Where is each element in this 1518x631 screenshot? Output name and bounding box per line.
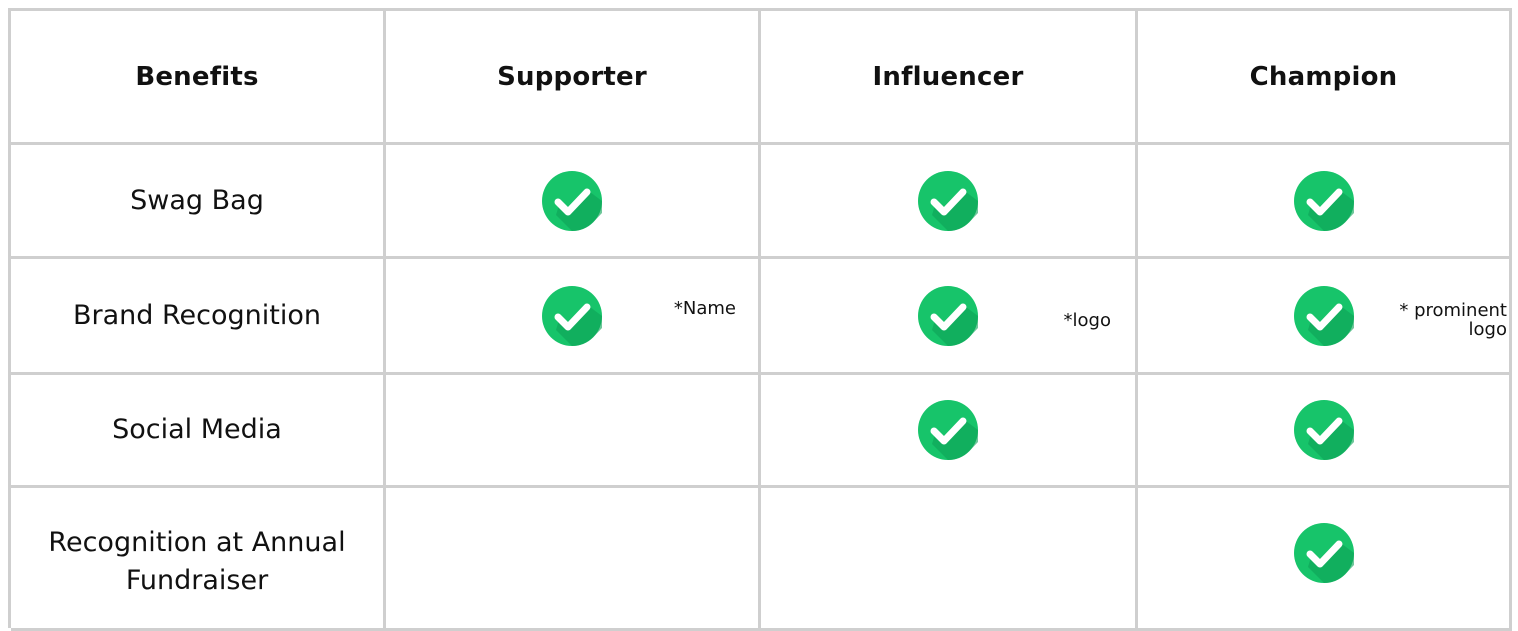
check-circle-icon <box>918 171 978 231</box>
influencer-cell <box>761 375 1138 488</box>
table-header-row: Benefits Supporter Influencer Champion <box>11 11 1512 145</box>
champion-cell <box>1138 488 1512 631</box>
row-label: Swag Bag <box>130 184 264 216</box>
row-label-cell: Brand Recognition <box>11 259 386 375</box>
table-row: Brand Recognition *Name *logo * prominen… <box>11 259 1512 375</box>
header-champion: Champion <box>1249 61 1398 92</box>
check-circle-icon <box>1294 171 1354 231</box>
champion-cell <box>1138 375 1512 488</box>
champion-cell <box>1138 145 1512 259</box>
header-cell-champion: Champion <box>1138 11 1512 145</box>
check-circle-icon <box>1294 523 1354 583</box>
supporter-cell: *Name <box>386 259 761 375</box>
influencer-cell: *logo <box>761 259 1138 375</box>
header-cell-influencer: Influencer <box>761 11 1138 145</box>
table-row: Swag Bag <box>11 145 1512 259</box>
check-circle-icon <box>918 400 978 460</box>
row-label-line1: Recognition at Annual <box>48 527 346 558</box>
row-label-cell: Swag Bag <box>11 145 386 259</box>
row-label-cell: Recognition at Annual Fundraiser <box>11 488 386 631</box>
influencer-cell <box>761 488 1138 631</box>
table-row: Social Media <box>11 375 1512 488</box>
supporter-cell <box>386 375 761 488</box>
header-supporter: Supporter <box>497 61 647 92</box>
check-circle-icon <box>918 286 978 346</box>
row-label: Social Media <box>112 414 282 445</box>
influencer-cell <box>761 145 1138 259</box>
champion-cell: * prominent logo <box>1138 259 1512 375</box>
note-name: *Name <box>673 298 736 319</box>
supporter-cell <box>386 145 761 259</box>
header-cell-benefits: Benefits <box>11 11 386 145</box>
check-circle-icon <box>1294 400 1354 460</box>
table-row: Recognition at Annual Fundraiser <box>11 488 1512 631</box>
supporter-cell <box>386 488 761 631</box>
check-circle-icon <box>542 286 602 346</box>
note-prominent-line2: logo <box>1468 319 1507 340</box>
note-logo: *logo <box>1063 310 1111 331</box>
row-label: Recognition at Annual Fundraiser <box>36 524 357 600</box>
header-benefits: Benefits <box>135 61 259 92</box>
header-influencer: Influencer <box>872 61 1024 92</box>
check-circle-icon <box>542 171 602 231</box>
check-circle-icon <box>1294 286 1354 346</box>
row-label-line2: Fundraiser <box>125 565 269 596</box>
header-cell-supporter: Supporter <box>386 11 761 145</box>
row-label-cell: Social Media <box>11 375 386 488</box>
row-label: Brand Recognition <box>73 299 321 331</box>
note-prominent-line1: * prominent <box>1399 300 1507 321</box>
note-prominent-logo: * prominent logo <box>1357 301 1507 339</box>
benefits-table: Benefits Supporter Influencer Champion S… <box>8 8 1512 631</box>
